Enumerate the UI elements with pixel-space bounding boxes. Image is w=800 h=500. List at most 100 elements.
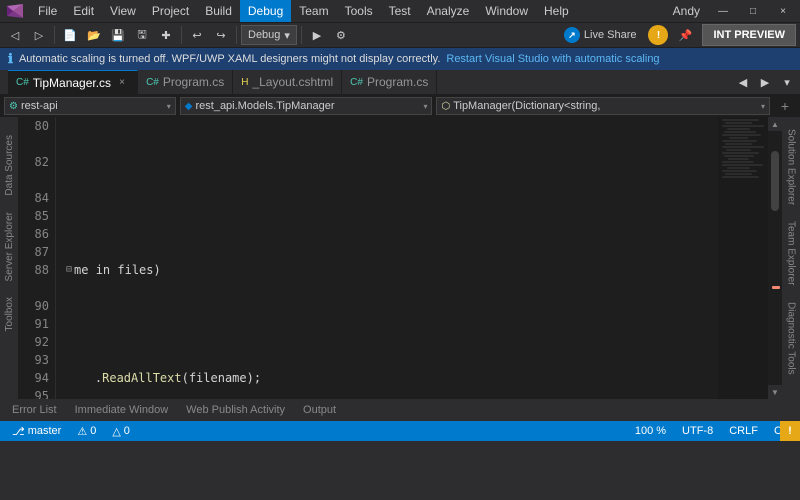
scroll-up-button[interactable]: ▲ (768, 117, 782, 131)
status-encoding[interactable]: UTF-8 (678, 425, 717, 437)
tabs-container: C# TipManager.cs × C# Program.cs H _Layo… (0, 70, 800, 95)
sep1 (54, 26, 55, 44)
cs-icon-2: C# (146, 77, 159, 88)
main-area: Data Sources Server Explorer Toolbox 80 … (0, 117, 800, 399)
tab-tipmanager-label: TipManager.cs (33, 76, 111, 90)
tab-layout[interactable]: H _Layout.cshtml (233, 70, 342, 94)
tab-scroll-right[interactable]: ▶ (756, 72, 774, 92)
error-icon: ⚠ (77, 425, 87, 438)
menu-debug[interactable]: Debug (240, 0, 291, 22)
pin-button[interactable]: 📌 (674, 24, 696, 46)
open-button[interactable]: 📂 (83, 24, 105, 46)
menu-build[interactable]: Build (197, 0, 240, 22)
status-zoom[interactable]: 100 % (631, 425, 670, 437)
bottom-tab-publish[interactable]: Web Publish Activity (178, 402, 293, 418)
chevron-icon-2: ▾ (423, 102, 427, 111)
collapse-icon[interactable]: ⊟ (66, 261, 72, 279)
sidebar-toolbox[interactable]: Toolbox (2, 289, 17, 339)
tab-tipmanager[interactable]: C# TipManager.cs × (8, 70, 138, 94)
tab-scroll-left[interactable]: ◀ (734, 72, 752, 92)
build-btn[interactable]: ▶ (306, 24, 328, 46)
scroll-down-button[interactable]: ▼ (768, 385, 782, 399)
close-button[interactable]: × (770, 0, 796, 22)
status-bar: ⎇ master ⚠ 0 △ 0 100 % UTF-8 CRLF C# (0, 421, 800, 441)
class-name: rest_api.Models.TipManager (195, 100, 334, 112)
new-project-button[interactable]: 📄 (59, 24, 81, 46)
add-tab-button[interactable]: + (774, 95, 796, 117)
forward-button[interactable]: ▷ (28, 24, 50, 46)
cs-icon: C# (16, 77, 29, 88)
tab-program2[interactable]: C# Program.cs (342, 70, 437, 94)
minimize-button[interactable]: — (710, 0, 736, 22)
tab-dropdown[interactable]: ▾ (778, 72, 796, 92)
menu-team[interactable]: Team (291, 0, 336, 22)
encoding-label: UTF-8 (682, 425, 713, 437)
sep3 (236, 26, 237, 44)
project-name: rest-api (21, 100, 58, 112)
zoom-label: 100 % (635, 425, 666, 437)
bottom-tab-immediate[interactable]: Immediate Window (67, 402, 177, 418)
tools2-btn[interactable]: ⚙ (330, 24, 352, 46)
menu-window[interactable]: Window (477, 0, 536, 22)
info-message: Automatic scaling is turned off. WPF/UWP… (19, 53, 440, 65)
sidebar-server-explorer[interactable]: Server Explorer (2, 204, 17, 289)
method-dropdown[interactable]: ⬡ TipManager(Dictionary<string, ▾ (436, 97, 770, 115)
menu-bar: File Edit View Project Build Debug Team … (0, 0, 800, 22)
sidebar-solution-explorer[interactable]: Solution Explorer (784, 121, 799, 213)
project-dropdown[interactable]: ⚙ rest-api ▾ (4, 97, 176, 115)
feedback-bottom-icon[interactable]: ! (780, 421, 800, 441)
path-bar: ⚙ rest-api ▾ ◆ rest_api.Models.TipManage… (0, 95, 800, 117)
status-errors[interactable]: ⚠ 0 (73, 425, 100, 438)
tab-program1[interactable]: C# Program.cs (138, 70, 233, 94)
cshtml-icon: H (241, 77, 248, 88)
menu-project[interactable]: Project (144, 0, 197, 22)
redo-button[interactable]: ↪ (210, 24, 232, 46)
left-sidebar: Data Sources Server Explorer Toolbox (0, 117, 18, 399)
error-count: 0 (90, 425, 96, 437)
code-line-80 (66, 153, 782, 171)
undo-button[interactable]: ↩ (186, 24, 208, 46)
menu-view[interactable]: View (102, 0, 144, 22)
status-branch[interactable]: ⎇ master (8, 425, 65, 438)
class-icon: ◆ (185, 101, 193, 112)
class-dropdown[interactable]: ◆ rest_api.Models.TipManager ▾ (180, 97, 433, 115)
save-all-button[interactable]: 🖫 (131, 24, 153, 46)
bottom-tab-output[interactable]: Output (295, 402, 344, 418)
info-link[interactable]: Restart Visual Studio with automatic sca… (446, 53, 659, 65)
back-button[interactable]: ◁ (4, 24, 26, 46)
chevron-down-icon: ▾ (284, 29, 290, 42)
bottom-tab-error-list[interactable]: Error List (4, 402, 65, 418)
liveshare-button[interactable]: ↗ Live Share (558, 24, 643, 46)
status-warnings[interactable]: △ 0 (108, 425, 134, 438)
add-icon[interactable]: ✚ (155, 24, 177, 46)
menu-help[interactable]: Help (536, 0, 577, 22)
info-icon: ℹ (8, 51, 13, 67)
tab-program2-label: Program.cs (367, 75, 428, 89)
bottom-tabs: Error List Immediate Window Web Publish … (0, 399, 800, 421)
menu-edit[interactable]: Edit (65, 0, 102, 22)
debug-config-dropdown[interactable]: Debug ▾ (241, 25, 297, 45)
save-button[interactable]: 💾 (107, 24, 129, 46)
menu-file[interactable]: File (30, 0, 65, 22)
maximize-button[interactable]: □ (740, 0, 766, 22)
feedback-icon[interactable]: ! (648, 25, 668, 45)
error-indicator (772, 286, 780, 289)
sidebar-data-sources[interactable]: Data Sources (2, 127, 17, 204)
tab-layout-label: _Layout.cshtml (252, 75, 333, 89)
menu-tools[interactable]: Tools (337, 0, 381, 22)
status-line-endings[interactable]: CRLF (725, 425, 762, 437)
method-name: TipManager(Dictionary<string, (453, 100, 600, 112)
vertical-scrollbar[interactable]: ▲ ▼ (768, 117, 782, 399)
menu-analyze[interactable]: Analyze (419, 0, 478, 22)
int-preview-button[interactable]: INT PREVIEW (702, 24, 796, 46)
tab-tipmanager-close[interactable]: × (115, 76, 129, 90)
code-line-blank2 (66, 315, 782, 333)
scrollbar-thumb[interactable] (771, 151, 779, 211)
sidebar-diagnostic-tools[interactable]: Diagnostic Tools (784, 294, 799, 383)
menu-test[interactable]: Test (381, 0, 419, 22)
sidebar-team-explorer[interactable]: Team Explorer (784, 213, 799, 293)
vs-logo (4, 0, 26, 22)
feedback-bottom-label: ! (788, 425, 792, 437)
code-line-84: .ReadAllText(filename); (66, 369, 782, 387)
bottom-area: Error List Immediate Window Web Publish … (0, 399, 800, 441)
